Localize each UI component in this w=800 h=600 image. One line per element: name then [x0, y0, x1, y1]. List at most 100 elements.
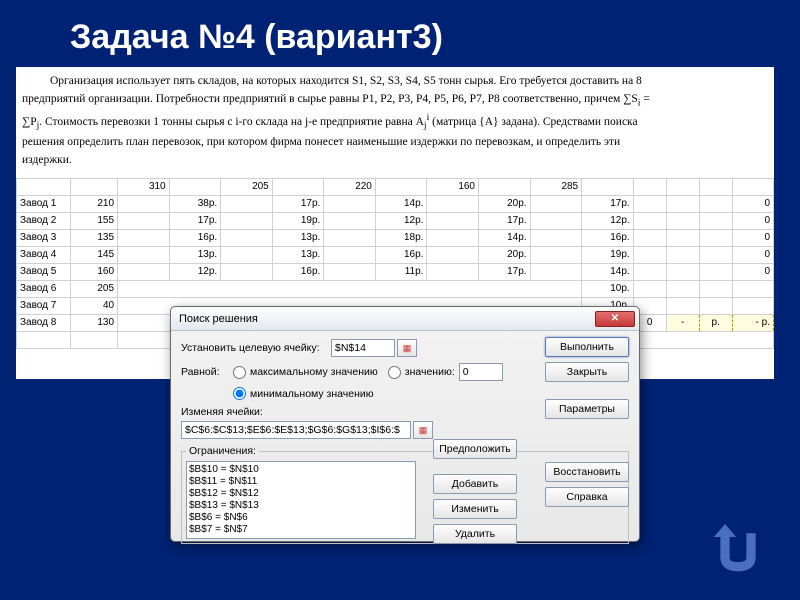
cell[interactable]: 14р.: [375, 195, 427, 212]
row-label[interactable]: Завод 3: [17, 229, 71, 246]
dialog-title: Поиск решения: [179, 313, 258, 325]
help-button[interactable]: Справка: [545, 487, 629, 507]
constraint-item[interactable]: $B$13 = $N$13: [189, 500, 413, 512]
cell[interactable]: 11р.: [375, 263, 427, 280]
row-label[interactable]: Завод 8: [17, 314, 71, 331]
cell-selected[interactable]: -: [666, 314, 699, 331]
cell[interactable]: 40: [70, 297, 117, 314]
cell[interactable]: 130: [70, 314, 117, 331]
cell[interactable]: 20р.: [479, 246, 531, 263]
problem-line: . Стоимость перевозки 1 тонны сырья с i-…: [39, 116, 424, 128]
cell[interactable]: 17р.: [272, 195, 324, 212]
cell[interactable]: 135: [70, 229, 117, 246]
problem-line: Организация использует пять складов, на …: [50, 75, 642, 87]
supply-cell[interactable]: 310: [118, 178, 170, 195]
problem-line: ∑P: [22, 116, 37, 128]
solver-dialog: Поиск решения ✕ Установить целевую ячейк…: [170, 306, 640, 542]
table-row: Завод 5160 12р. 16р. 11р. 17р. 14р. 0: [17, 263, 774, 280]
cell[interactable]: 12р.: [169, 263, 221, 280]
cell[interactable]: 20р.: [479, 195, 531, 212]
cell[interactable]: 12р.: [582, 212, 634, 229]
value-radio[interactable]: [388, 366, 401, 379]
problem-line: =: [640, 93, 649, 105]
cell[interactable]: 145: [70, 246, 117, 263]
cell[interactable]: 16р.: [272, 263, 324, 280]
cell[interactable]: 210: [70, 195, 117, 212]
supply-cell[interactable]: 220: [324, 178, 376, 195]
cell[interactable]: 14р.: [479, 229, 531, 246]
constraints-listbox[interactable]: $B$10 = $N$10 $B$11 = $N$11 $B$12 = $N$1…: [186, 461, 416, 539]
changing-cells-input[interactable]: [181, 421, 411, 439]
close-button[interactable]: Закрыть: [545, 362, 629, 382]
cell[interactable]: 18р.: [375, 229, 427, 246]
add-button[interactable]: Добавить: [433, 474, 517, 494]
cell-selected[interactable]: р.: [699, 314, 732, 331]
cell[interactable]: 16р.: [582, 229, 634, 246]
cell[interactable]: 16р.: [169, 229, 221, 246]
min-option-label: минимальному значению: [250, 388, 374, 400]
cell[interactable]: 0: [732, 246, 773, 263]
problem-line: (матрица {A} задана). Средствами поиска: [429, 116, 637, 128]
ref-picker-icon[interactable]: ▦: [413, 421, 433, 439]
edit-button[interactable]: Изменить: [433, 499, 517, 519]
constraint-item[interactable]: $B$7 = $N$7: [189, 524, 413, 536]
supply-cell[interactable]: 160: [427, 178, 479, 195]
row-label[interactable]: Завод 2: [17, 212, 71, 229]
cell[interactable]: 17р.: [479, 263, 531, 280]
row-label[interactable]: Завод 1: [17, 195, 71, 212]
cell[interactable]: 38р.: [169, 195, 221, 212]
problem-line: решения определить план перевозок, при к…: [22, 136, 620, 148]
cell[interactable]: 0: [732, 229, 773, 246]
row-label[interactable]: Завод 6: [17, 280, 71, 297]
constraint-item[interactable]: $B$10 = $N$10: [189, 464, 413, 476]
cell[interactable]: 17р.: [479, 212, 531, 229]
max-radio[interactable]: [233, 366, 246, 379]
cell[interactable]: 0: [732, 212, 773, 229]
row-label[interactable]: Завод 5: [17, 263, 71, 280]
equal-to-label: Равной:: [181, 366, 229, 378]
set-target-label: Установить целевую ячейку:: [181, 342, 331, 354]
cell[interactable]: 10р.: [582, 280, 634, 297]
supply-cell[interactable]: 285: [530, 178, 582, 195]
cell[interactable]: 13р.: [272, 246, 324, 263]
cell[interactable]: 14р.: [582, 263, 634, 280]
row-label[interactable]: Завод 7: [17, 297, 71, 314]
cell[interactable]: 155: [70, 212, 117, 229]
cell[interactable]: 160: [70, 263, 117, 280]
constraint-item[interactable]: $B$12 = $N$12: [189, 488, 413, 500]
cell[interactable]: 19р.: [272, 212, 324, 229]
cell[interactable]: 0: [732, 263, 773, 280]
cell[interactable]: 16р.: [375, 246, 427, 263]
constraint-item[interactable]: $B$6 = $N$6: [189, 512, 413, 524]
value-input[interactable]: [459, 363, 503, 381]
run-button[interactable]: Выполнить: [545, 337, 629, 357]
problem-statement: Организация использует пять складов, на …: [16, 67, 774, 172]
cell[interactable]: 0: [732, 195, 773, 212]
cell[interactable]: 17р.: [582, 195, 634, 212]
cell[interactable]: 17р.: [169, 212, 221, 229]
cell[interactable]: 13р.: [169, 246, 221, 263]
cell[interactable]: 13р.: [272, 229, 324, 246]
return-arrow-icon[interactable]: [710, 524, 766, 576]
problem-line: предприятий организации. Потребности пре…: [22, 93, 638, 105]
ref-picker-icon[interactable]: ▦: [397, 339, 417, 357]
row-label[interactable]: Завод 4: [17, 246, 71, 263]
dialog-titlebar[interactable]: Поиск решения ✕: [171, 307, 639, 331]
value-option-label: значению:: [405, 366, 455, 378]
min-radio[interactable]: [233, 387, 246, 400]
table-row: Завод 3135 16р. 13р. 18р. 14р. 16р. 0: [17, 229, 774, 246]
close-icon[interactable]: ✕: [595, 311, 635, 327]
guess-button[interactable]: Предположить: [433, 439, 517, 459]
cell[interactable]: 12р.: [375, 212, 427, 229]
target-cell-input[interactable]: [331, 339, 395, 357]
table-row: Завод 6205 10р.: [17, 280, 774, 297]
cell[interactable]: 19р.: [582, 246, 634, 263]
constraint-item[interactable]: $B$11 = $N$11: [189, 476, 413, 488]
delete-button[interactable]: Удалить: [433, 524, 517, 544]
supply-cell[interactable]: 205: [221, 178, 273, 195]
reset-button[interactable]: Восстановить: [545, 462, 629, 482]
params-button[interactable]: Параметры: [545, 399, 629, 419]
cell[interactable]: 205: [70, 280, 117, 297]
header-row: 310 205 220 160 285: [17, 178, 774, 195]
cell-selected[interactable]: - р.: [732, 314, 773, 331]
